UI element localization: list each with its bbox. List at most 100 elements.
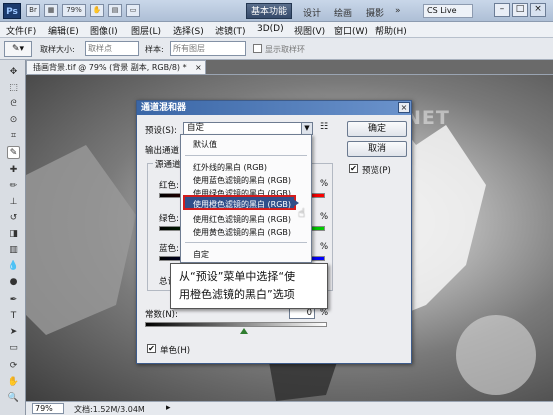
dropdown-separator	[185, 242, 307, 243]
brush-tool-icon[interactable]: ✏	[7, 180, 20, 193]
monochrome-label: 单色(H)	[160, 346, 191, 356]
sample-size-label: 取样大小:	[40, 45, 75, 54]
dropdown-item-red-filter[interactable]: 使用红色滤镜的黑白 (RGB)	[193, 214, 291, 225]
dodge-tool-icon[interactable]: ●	[7, 276, 20, 289]
preset-label: 预设(S):	[145, 126, 177, 136]
preset-value: 自定	[187, 123, 205, 133]
crop-tool-icon[interactable]: ⌗	[7, 130, 20, 143]
menu-select[interactable]: 选择(S)	[173, 24, 204, 37]
workspace-design[interactable]: 设计	[303, 6, 321, 19]
preview-label: 预览(P)	[362, 166, 391, 176]
blue-percent-sign: %	[320, 242, 329, 252]
instruction-callout: 从“预设”菜单中选择“使 用橙色滤镜的黑白”选项	[170, 263, 328, 309]
constant-slider-thumb[interactable]	[240, 328, 248, 334]
arrange-icon[interactable]: ▤	[108, 4, 122, 17]
zoom-level-icon[interactable]: 79%	[62, 4, 86, 17]
menu-window[interactable]: 窗口(W)	[334, 24, 368, 37]
eyedropper-tool-icon[interactable]: ✎	[7, 146, 20, 159]
cs-live-button[interactable]: CS Live	[423, 4, 473, 18]
close-icon[interactable]: ×	[530, 3, 546, 17]
preview-checkbox[interactable]: ✔	[349, 164, 358, 173]
menu-3d[interactable]: 3D(D)	[257, 24, 284, 34]
workspace-painting[interactable]: 绘画	[334, 6, 352, 19]
dropdown-item-blue-filter[interactable]: 使用蓝色滤镜的黑白 (RGB)	[193, 175, 291, 186]
eyedropper-preset-icon[interactable]: ✎▾	[4, 41, 32, 57]
quick-select-tool-icon[interactable]: ⊙	[7, 114, 20, 127]
sample-size-select[interactable]: 取样点	[85, 41, 139, 56]
dropdown-item-infrared[interactable]: 红外线的黑白 (RGB)	[193, 162, 267, 173]
clone-stamp-tool-icon[interactable]: ⊥	[7, 196, 20, 209]
gradient-tool-icon[interactable]: ▥	[7, 244, 20, 257]
constant-slider-track[interactable]	[145, 322, 327, 327]
healing-brush-tool-icon[interactable]: ✚	[7, 164, 20, 177]
monochrome-checkbox[interactable]: ✔	[147, 344, 156, 353]
maximize-icon[interactable]: □	[512, 3, 528, 17]
mouse-cursor-icon: ☝	[298, 206, 306, 220]
hand-view-icon[interactable]: ✋	[90, 4, 104, 17]
output-channel-label: 输出通道:	[145, 146, 182, 156]
mini-bridge-icon[interactable]: ▦	[44, 4, 58, 17]
dialog-title: 通道混和器	[137, 101, 411, 115]
toolbox: ✥ ⬚ ᘓ ⊙ ⌗ ✎ ✚ ✏ ⊥ ↺ ◨ ▥ 💧 ● ✒ T ➤ ▭ ⟳ ✋ …	[0, 60, 26, 415]
chevron-down-icon[interactable]: ▼	[301, 123, 312, 134]
preset-options-icon[interactable]: ☷	[320, 122, 328, 132]
callout-line-2: 用橙色滤镜的黑白”选项	[179, 288, 295, 301]
status-bar: 79% 文档:1.52M/3.04M ▸	[26, 401, 553, 415]
options-bar: ✎▾ 取样大小: 取样点 样本: 所有图层 显示取样环	[0, 38, 553, 60]
type-tool-icon[interactable]: T	[7, 310, 20, 323]
menu-layer[interactable]: 图层(L)	[131, 24, 161, 37]
constant-label: 常数(N):	[145, 310, 178, 320]
bridge-icon[interactable]: Br	[26, 4, 40, 17]
green-label: 绿色:	[159, 214, 179, 224]
green-percent-sign: %	[320, 212, 329, 222]
source-channels-label: 源通道	[153, 158, 183, 170]
callout-line-1: 从“预设”菜单中选择“使	[179, 270, 296, 283]
show-ring-checkbox[interactable]	[253, 44, 262, 53]
marquee-tool-icon[interactable]: ⬚	[7, 82, 20, 95]
menu-image[interactable]: 图像(I)	[90, 24, 118, 37]
ok-button[interactable]: 确定	[347, 121, 407, 137]
app-title-bar: Ps Br ▦ 79% ✋ ▤ ▭ 基本功能 设计 绘画 摄影 » CS Liv…	[0, 0, 553, 22]
screen-mode-icon[interactable]: ▭	[126, 4, 140, 17]
shape-tool-icon[interactable]: ▭	[7, 342, 20, 355]
document-tab[interactable]: 插画背景.tif @ 79% (背景 副本, RGB/8) * ×	[26, 60, 206, 75]
blur-tool-icon[interactable]: 💧	[7, 260, 20, 273]
dropdown-item-yellow-filter[interactable]: 使用黄色滤镜的黑白 (RGB)	[193, 227, 291, 238]
menu-filter[interactable]: 滤镜(T)	[215, 24, 246, 37]
menu-view[interactable]: 视图(V)	[294, 24, 325, 37]
blue-label: 蓝色:	[159, 244, 179, 254]
3d-rotate-tool-icon[interactable]: ⟳	[7, 360, 20, 373]
cancel-button[interactable]: 取消	[347, 141, 407, 157]
zoom-field[interactable]: 79%	[32, 403, 64, 414]
tab-close-icon[interactable]: ×	[195, 61, 202, 74]
lasso-tool-icon[interactable]: ᘓ	[7, 98, 20, 111]
menu-edit[interactable]: 编辑(E)	[48, 24, 79, 37]
show-ring-label: 显示取样环	[265, 45, 305, 54]
workspace-essentials-button[interactable]: 基本功能	[246, 3, 292, 19]
dropdown-item-custom[interactable]: 自定	[193, 249, 209, 260]
dropdown-item-default[interactable]: 默认值	[193, 139, 217, 150]
document-size-info[interactable]: 文档:1.52M/3.04M	[74, 404, 145, 415]
menu-file[interactable]: 文件(F)	[6, 24, 36, 37]
zoom-tool-icon[interactable]: 🔍	[7, 392, 20, 405]
menu-bar: 文件(F) 编辑(E) 图像(I) 图层(L) 选择(S) 滤镜(T) 3D(D…	[0, 22, 553, 38]
dropdown-item-orange-filter[interactable]: 使用橙色滤镜的黑白 (RGB)	[193, 199, 291, 210]
status-menu-icon[interactable]: ▸	[166, 403, 171, 413]
path-select-tool-icon[interactable]: ➤	[7, 326, 20, 339]
sample-label: 样本:	[145, 45, 164, 54]
dropdown-separator	[185, 155, 307, 156]
eraser-tool-icon[interactable]: ◨	[7, 228, 20, 241]
pen-tool-icon[interactable]: ✒	[7, 294, 20, 307]
move-tool-icon[interactable]: ✥	[7, 66, 20, 79]
workspace-more-icon[interactable]: »	[395, 6, 401, 16]
workspace-photography[interactable]: 摄影	[366, 6, 384, 19]
photoshop-logo: Ps	[3, 3, 21, 19]
history-brush-tool-icon[interactable]: ↺	[7, 212, 20, 225]
document-tab-label: 插画背景.tif @ 79% (背景 副本, RGB/8) *	[33, 63, 187, 72]
red-percent-sign: %	[320, 179, 329, 189]
minimize-icon[interactable]: –	[494, 3, 510, 17]
sample-select[interactable]: 所有图层	[170, 41, 246, 56]
menu-help[interactable]: 帮助(H)	[375, 24, 407, 37]
dialog-close-icon[interactable]: ×	[398, 102, 410, 113]
hand-tool-icon[interactable]: ✋	[7, 376, 20, 389]
